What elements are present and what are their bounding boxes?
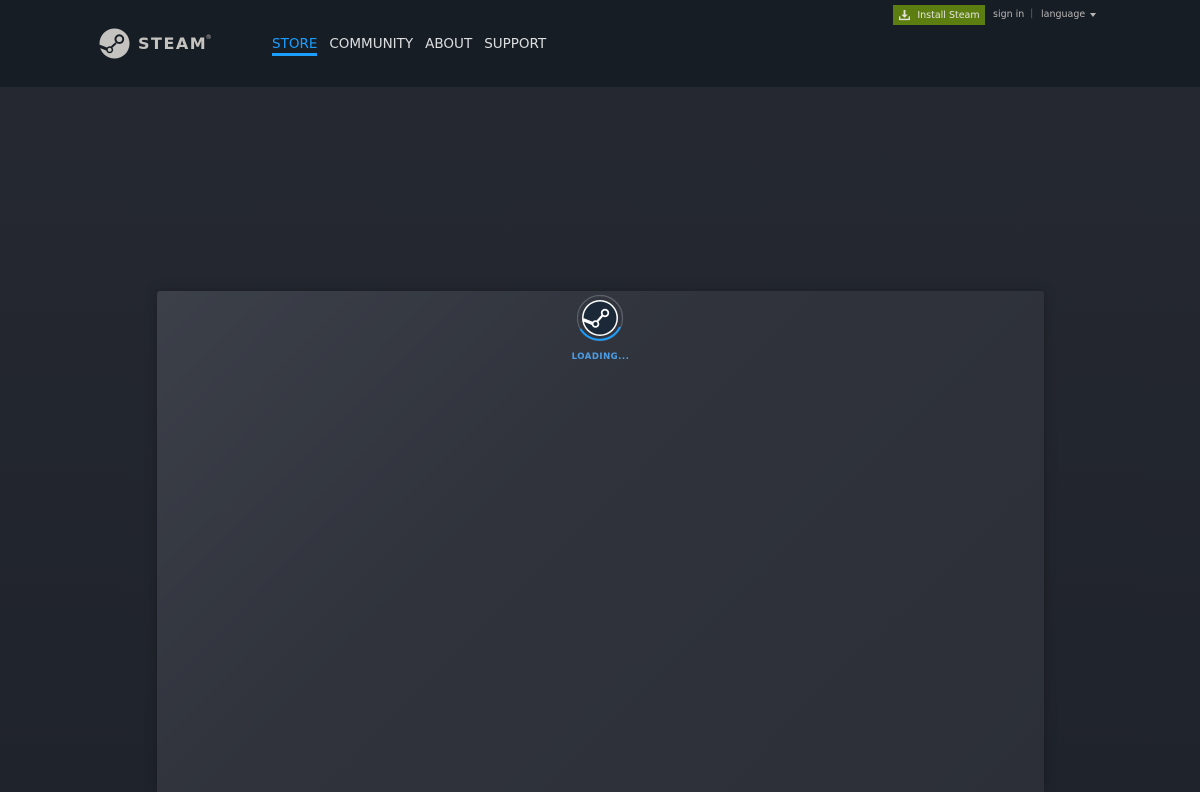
- content-panel: LOADING...: [157, 291, 1044, 792]
- steam-logo-icon: [99, 28, 130, 59]
- registered-mark: ®: [205, 34, 214, 41]
- chevron-down-icon: [1090, 12, 1097, 17]
- steam-wordmark: STEAM ®: [138, 34, 212, 53]
- header-separator: |: [1030, 8, 1034, 19]
- language-label: language: [1041, 9, 1086, 20]
- nav-support[interactable]: SUPPORT: [484, 36, 546, 56]
- loading-text: LOADING...: [571, 352, 630, 362]
- nav-community[interactable]: COMMUNITY: [329, 36, 413, 56]
- main-nav: STORE COMMUNITY ABOUT SUPPORT: [272, 36, 546, 56]
- install-steam-button[interactable]: Install Steam: [893, 5, 985, 25]
- global-header: STEAM ® STORE COMMUNITY ABOUT SUPPORT Ins…: [0, 0, 1200, 87]
- steam-wordmark-text: STEAM: [138, 34, 208, 53]
- steam-logo-spinner-icon: [576, 294, 624, 342]
- nav-about[interactable]: ABOUT: [425, 36, 472, 56]
- install-steam-label: Install Steam: [917, 9, 980, 21]
- steam-logo[interactable]: STEAM ®: [99, 28, 212, 59]
- page: STEAM ® STORE COMMUNITY ABOUT SUPPORT Ins…: [0, 0, 1200, 792]
- nav-store[interactable]: STORE: [272, 36, 318, 56]
- language-dropdown[interactable]: language: [1041, 9, 1097, 20]
- sign-in-link[interactable]: sign in: [993, 9, 1024, 20]
- download-icon: [899, 9, 911, 20]
